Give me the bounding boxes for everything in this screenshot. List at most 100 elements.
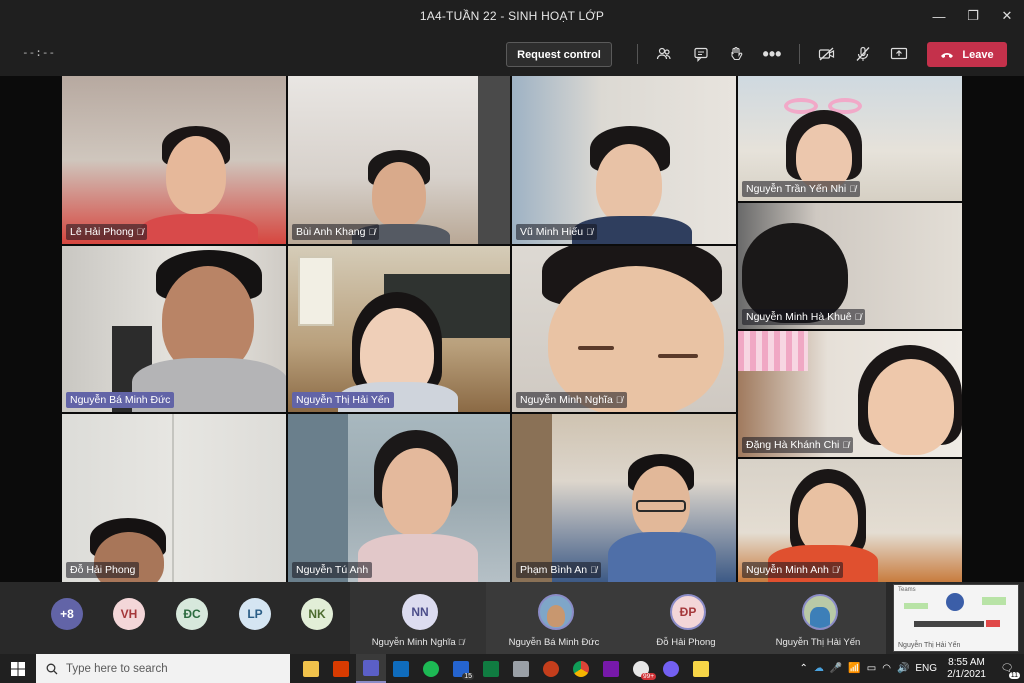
participant-avatar[interactable]: NK [301,598,333,630]
participant-name-tag: Nguyễn Tú Anh [292,562,373,578]
participant-name-tag: Đặng Hà Khánh Chi 🎙̸ [742,437,854,453]
close-button[interactable]: ✕ [990,0,1024,32]
participant-name-tag: Lê Hải Phong 🎙̸ [66,224,148,240]
shared-screen-preview[interactable]: Teams Nguyễn Thị Hải Yến [893,584,1019,652]
windows-taskbar: Type here to search 15 99+ ⌃ ☁ 🎤 📶 ▭ ◠ 🔊… [0,654,1024,683]
preview-app-label: Teams [898,587,916,593]
chat-icon[interactable] [688,42,714,66]
mic-off-icon: 🎙̸ [842,440,850,450]
participant-photo [802,594,838,630]
wifi-icon[interactable]: ◠ [882,663,891,674]
window-controls: — ❐ ✕ [922,0,1024,32]
participants-bar: +8 VH ĐC LP NK NN Nguyễn Minh Nghĩa 🎙̸ N… [0,582,1024,654]
network-icon[interactable]: 📶 [848,663,860,674]
chrome-icon[interactable] [566,654,596,683]
notification-app-icon[interactable]: 99+ [626,654,656,683]
tool-icon[interactable] [506,654,536,683]
participant-name-tag: Nguyễn Bá Minh Đức [66,392,175,408]
windows-logo-icon [11,661,25,676]
participant-name-tag: Đỗ Hải Phong [66,562,140,578]
video-tile[interactable]: Đỗ Hải Phong [62,414,286,582]
participant-avatar[interactable]: ĐC [176,598,208,630]
camera-off-icon[interactable] [814,42,840,66]
participant-name-tag: Vũ Minh Hiếu 🎙̸ [516,224,597,240]
participant-card[interactable]: NN Nguyễn Minh Nghĩa 🎙̸ [350,582,486,654]
file-explorer-icon[interactable] [296,654,326,683]
leave-button[interactable]: Leave [927,42,1007,67]
teams-icon[interactable] [356,654,386,683]
raise-hand-icon[interactable] [723,42,749,66]
participant-card[interactable]: Nguyễn Bá Minh Đức [486,582,622,654]
video-grid: Lê Hải Phong 🎙̸ Bùi Anh Khang 🎙̸ Vũ Minh H… [0,76,1024,582]
video-tile[interactable]: Nguyễn Minh Nghĩa 🎙̸ [512,246,736,412]
notification-center-button[interactable]: 🗨 11 [996,659,1020,679]
meeting-timer: --:-- [22,46,56,59]
sticky-notes-icon[interactable] [686,654,716,683]
system-tray: ⌃ ☁ 🎤 📶 ▭ ◠ 🔊 ENG 8:55 AM 2/1/2021 🗨 11 [799,654,1024,683]
video-tile[interactable]: Nguyễn Minh Anh 🎙̸ [738,459,962,582]
spotify-icon[interactable] [416,654,446,683]
mic-off-icon: 🎙̸ [136,227,144,237]
video-tile[interactable]: Vũ Minh Hiếu 🎙̸ [512,76,736,244]
volume-icon[interactable]: 🔊 [897,663,909,674]
meeting-toolbar: --:-- Request control ••• Leave [0,32,1024,76]
taskbar-search[interactable]: Type here to search [36,654,290,683]
powerpoint-icon[interactable] [536,654,566,683]
office-icon[interactable] [326,654,356,683]
video-tile[interactable]: Nguyễn Bá Minh Đức [62,246,286,412]
language-indicator[interactable]: ENG [915,663,937,674]
participant-card[interactable]: ĐP Đỗ Hải Phong [618,582,754,654]
search-placeholder: Type here to search [66,662,168,675]
mic-off-icon: 🎙̸ [615,395,623,405]
participant-card-name: Đỗ Hải Phong [656,637,716,648]
mic-off-icon: 🎙̸ [849,184,856,194]
toolbar-divider [637,44,638,64]
participant-card[interactable]: Nguyễn Thị Hải Yến [750,582,886,654]
mic-off-icon: 🎙̸ [458,638,465,647]
microphone-icon[interactable]: 🎤 [830,663,842,674]
mic-off-icon: 🎙̸ [590,565,597,575]
onedrive-icon[interactable]: ☁ [814,663,824,674]
video-tile[interactable]: Đặng Hà Khánh Chi 🎙̸ [738,331,962,457]
participant-photo [538,594,574,630]
clock[interactable]: 8:55 AM 2/1/2021 [947,657,986,681]
video-tile[interactable]: Nguyễn Tú Anh [288,414,510,582]
tasks-icon[interactable]: 15 [446,654,476,683]
chevron-up-icon[interactable]: ⌃ [799,663,807,674]
participant-avatar[interactable]: LP [239,598,271,630]
window-title: 1A4-TUẦN 22 - SINH HOẠT LỚP [419,9,605,23]
participant-name-tag: Nguyễn Thị Hải Yến [292,392,394,408]
minimize-button[interactable]: — [922,0,956,32]
search-icon [46,663,58,674]
video-tile[interactable]: Nguyễn Thị Hải Yến [288,246,510,412]
mic-off-icon: 🎙̸ [368,227,376,237]
start-button[interactable] [0,654,36,683]
people-icon[interactable] [651,42,677,66]
notification-count: 11 [1008,671,1020,679]
more-participants-button[interactable]: +8 [51,598,83,630]
video-tile[interactable]: Nguyễn Trần Yến Nhi 🎙̸ [738,76,962,201]
participant-avatar[interactable]: VH [113,598,145,630]
battery-icon[interactable]: ▭ [867,663,876,674]
onenote-icon[interactable] [596,654,626,683]
toolbar-divider [799,44,800,64]
app-badge: 99+ [640,673,656,680]
viber-icon[interactable] [656,654,686,683]
mic-off-icon: 🎙̸ [831,565,839,575]
request-control-button[interactable]: Request control [506,42,612,67]
mic-off-icon[interactable] [850,42,876,66]
title-bar: 1A4-TUẦN 22 - SINH HOẠT LỚP — ❐ ✕ [0,0,1024,32]
video-tile[interactable]: Phạm Bình An 🎙̸ [512,414,736,582]
clock-date: 2/1/2021 [947,668,986,680]
participant-name-tag: Nguyễn Minh Hà Khuê 🎙̸ [742,309,866,325]
mic-off-icon: 🎙̸ [854,312,862,322]
video-tile[interactable]: Nguyễn Minh Hà Khuê 🎙̸ [738,203,962,329]
maximize-button[interactable]: ❐ [956,0,990,32]
outlook-icon[interactable] [386,654,416,683]
share-screen-icon[interactable] [886,42,912,66]
more-options-icon[interactable]: ••• [759,42,785,66]
video-tile[interactable]: Bùi Anh Khang 🎙̸ [288,76,510,244]
excel-icon[interactable] [476,654,506,683]
video-tile[interactable]: Lê Hải Phong 🎙̸ [62,76,286,244]
participant-avatar: ĐP [670,594,706,630]
